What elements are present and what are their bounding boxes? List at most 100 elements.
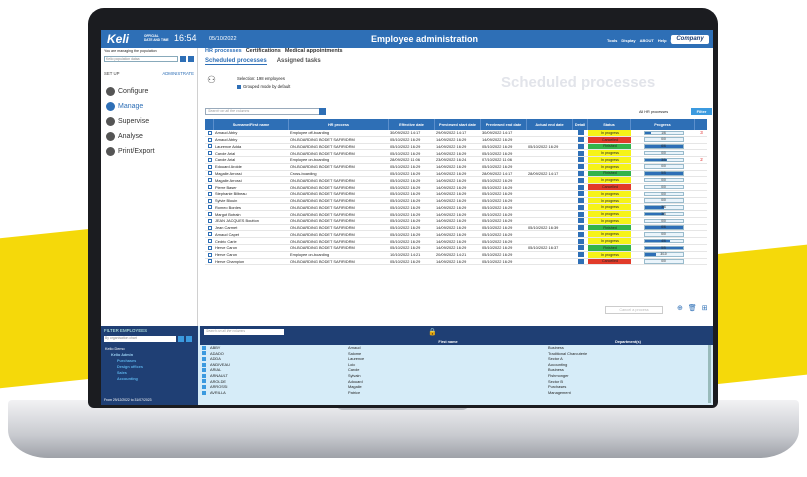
row-checkbox[interactable] — [208, 212, 212, 217]
grouped-mode-checkbox[interactable]: Grouped mode by default — [237, 84, 290, 89]
search-dropdown-button[interactable] — [319, 108, 326, 115]
col-departments[interactable]: Department(s) — [548, 338, 708, 345]
detail-icon[interactable] — [578, 177, 584, 183]
row-checkbox[interactable] — [208, 137, 212, 142]
detail-icon[interactable] — [578, 238, 584, 244]
detail-icon[interactable] — [578, 170, 584, 176]
table-row[interactable]: Herve Caron ON-BOARDING BODET SAFIR/DRM 05… — [205, 245, 707, 252]
table-row[interactable]: Herve Caron Employee on-boarding 10/10/202… — [205, 251, 707, 259]
table-row[interactable]: Pierre Baser ON-BOARDING BODET SAFIR/DRM 0… — [205, 184, 707, 191]
col-surname[interactable]: Surname/First name — [214, 119, 289, 130]
row-checkbox[interactable] — [208, 198, 212, 203]
nav-configure[interactable]: Configure — [106, 87, 148, 96]
menu-display[interactable]: Display — [621, 38, 635, 43]
table-row[interactable]: Carole Arial Employee on-boarding 28/09/20… — [205, 157, 707, 164]
detail-icon[interactable] — [578, 211, 584, 217]
detail-icon[interactable] — [578, 184, 584, 190]
detail-icon[interactable] — [578, 150, 584, 156]
minimize-button[interactable] — [188, 56, 194, 62]
row-checkbox[interactable] — [208, 130, 212, 135]
tab-medical-appointments[interactable]: Medical appointments — [285, 48, 343, 54]
table-row[interactable]: Laurence Adda ON-BOARDING BODET SAFIR/DRM… — [205, 143, 707, 151]
tab-hr-processes[interactable]: HR processes — [205, 48, 242, 54]
row-checkbox[interactable] — [208, 252, 212, 257]
col-surname[interactable] — [208, 338, 348, 345]
detail-icon[interactable] — [578, 258, 584, 264]
detail-icon[interactable] — [578, 231, 584, 237]
row-checkbox[interactable] — [208, 239, 212, 244]
detail-icon[interactable] — [578, 252, 584, 258]
row-checkbox[interactable] — [208, 178, 212, 183]
menu-tools[interactable]: Tools — [607, 38, 617, 43]
table-row[interactable]: JEAN JACQUES Boutton ON-BOARDING BODET SA… — [205, 217, 707, 225]
row-checkbox[interactable] — [208, 164, 212, 169]
row-checkbox[interactable] — [208, 144, 212, 149]
detail-icon[interactable] — [578, 137, 584, 143]
col-status[interactable]: Status — [588, 119, 631, 130]
table-row[interactable]: Magalie Arrossi ON-BOARDING BODET SAFIR/D… — [205, 177, 707, 185]
col-previewed-end[interactable]: Previewed end date — [481, 119, 527, 130]
table-row[interactable]: Cedric Carle ON-BOARDING BODET SAFIR/DRM 0… — [205, 238, 707, 246]
nav-manage[interactable]: Manage — [106, 102, 143, 111]
row-checkbox[interactable] — [208, 191, 212, 196]
minimize-button[interactable] — [186, 336, 192, 342]
list-item[interactable]: AVRILLA Patrice Management — [200, 390, 713, 396]
nav-print-export[interactable]: Print/Export — [106, 147, 155, 156]
cancel-process-button[interactable]: Cancel a process — [605, 306, 663, 314]
detail-icon[interactable] — [578, 245, 584, 251]
row-checkbox[interactable] — [208, 185, 212, 189]
dropdown-button[interactable] — [178, 336, 184, 342]
col-hr-process[interactable]: HR process — [289, 119, 389, 130]
tab-scheduled-processes[interactable]: Scheduled processes — [205, 58, 267, 65]
table-row[interactable]: Arnaud Abby Employee off-boarding 30/09/20… — [205, 130, 707, 137]
lock-icon[interactable]: 🔒 — [428, 328, 437, 336]
table-row[interactable]: Arnaud Capet ON-BOARDING BODET SAFIR/DRM 0… — [205, 231, 707, 239]
table-row[interactable]: Carole Arial ON-BOARDING BODET SAFIR/DRM 0… — [205, 150, 707, 158]
row-checkbox[interactable] — [208, 225, 212, 230]
scrollbar[interactable] — [708, 345, 711, 403]
tab-assigned-tasks[interactable]: Assigned tasks — [277, 58, 321, 65]
row-checkbox[interactable] — [208, 245, 212, 250]
table-row[interactable]: Stephanie Bilbeau ON-BOARDING BODET SAFIR… — [205, 190, 707, 198]
col-effective-date[interactable]: Effective date — [389, 119, 435, 130]
table-row[interactable]: Sylvie Blouin ON-BOARDING BODET SAFIR/DRM… — [205, 197, 707, 205]
select-all-checkbox[interactable] — [200, 338, 208, 345]
employee-search-input[interactable]: Search on all the columns — [204, 329, 284, 335]
detail-icon[interactable] — [578, 130, 584, 136]
col-actual-end[interactable]: Actual end date — [527, 119, 573, 130]
detail-icon[interactable] — [578, 143, 584, 149]
filter-selector[interactable]: By organisation chart — [104, 336, 176, 342]
tab-setup[interactable]: SET UP — [104, 71, 119, 76]
delete-icon[interactable]: 🗑 — [688, 304, 697, 312]
table-row[interactable]: Edouard Arolde ON-BOARDING BODET SAFIR/DR… — [205, 163, 707, 171]
col-previewed-start[interactable]: Previewed start date — [435, 119, 481, 130]
tree-item[interactable]: Accounting — [105, 376, 143, 382]
table-row[interactable]: Margot Botrain ON-BOARDING BODET SAFIR/DR… — [205, 211, 707, 218]
row-checkbox[interactable] — [208, 171, 212, 176]
row-checkbox[interactable] — [208, 205, 212, 210]
row-checkbox[interactable] — [208, 232, 212, 237]
table-row[interactable]: Jean Carmet ON-BOARDING BODET SAFIR/DRM 05… — [205, 224, 707, 232]
row-checkbox[interactable] — [208, 259, 212, 264]
col-first-name[interactable]: First name — [348, 338, 548, 345]
detail-icon[interactable] — [578, 218, 584, 224]
add-icon[interactable]: ⊕ — [677, 304, 683, 312]
filter-button[interactable]: Filter — [691, 108, 712, 115]
select-all-checkbox[interactable] — [205, 119, 214, 130]
table-row[interactable]: Herve Champion ON-BOARDING BODET SAFIR/DR… — [205, 258, 707, 266]
nav-analyse[interactable]: Analyse — [106, 132, 143, 141]
tab-administrate[interactable]: ADMINISTRATE — [162, 71, 194, 76]
detail-icon[interactable] — [578, 225, 584, 231]
table-row[interactable]: Romeo Bordes ON-BOARDING BODET SAFIR/DRM 0… — [205, 204, 707, 212]
nav-supervise[interactable]: Supervise — [106, 117, 149, 126]
col-progress[interactable]: Progress — [631, 119, 695, 130]
table-row[interactable]: Arnaud Abby ON-BOARDING BODET SAFIR/DRM 05… — [205, 136, 707, 144]
detail-icon[interactable] — [578, 204, 584, 210]
search-input[interactable]: Search on all the columns — [205, 108, 323, 115]
detail-icon[interactable] — [578, 157, 584, 163]
row-checkbox[interactable] — [208, 218, 212, 223]
detail-icon[interactable] — [578, 191, 584, 197]
assign-icon[interactable]: ⊞ — [702, 304, 708, 312]
row-checkbox[interactable] — [208, 157, 212, 162]
col-detail[interactable]: Detail — [573, 119, 588, 130]
